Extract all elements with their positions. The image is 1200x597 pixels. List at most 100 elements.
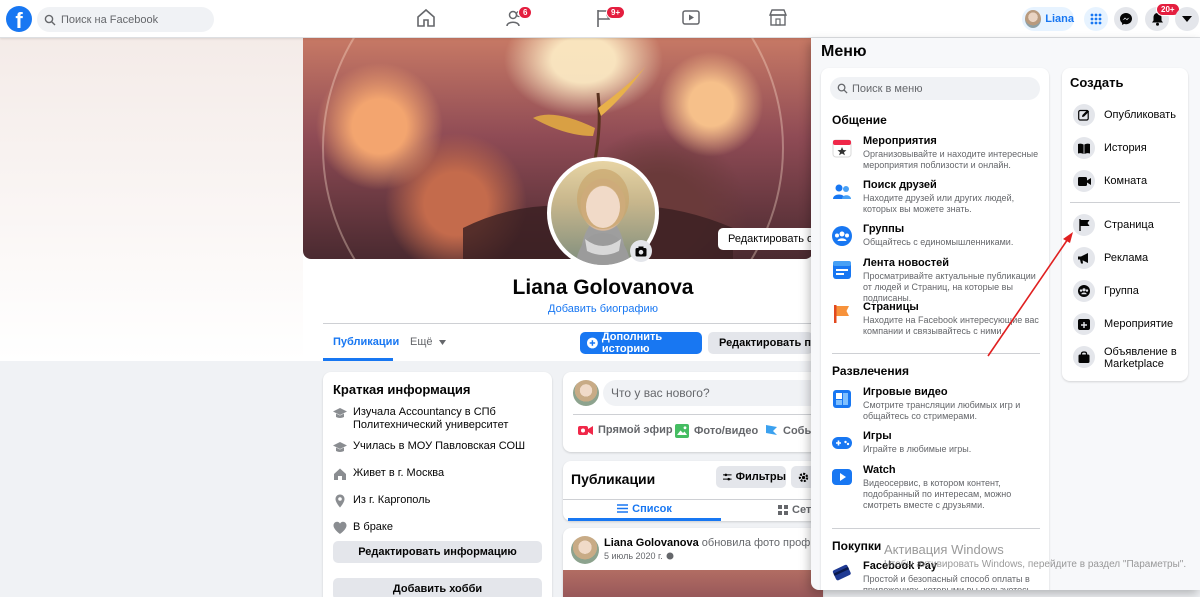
menu-item-desc: Играйте в любимые игры. xyxy=(863,444,972,454)
watch-icon[interactable] xyxy=(681,8,705,30)
create-post[interactable]: Опубликовать xyxy=(1073,104,1176,126)
intro-relationship: В браке xyxy=(353,521,393,533)
tab-more[interactable]: Ещё xyxy=(410,336,446,348)
tab-publications[interactable]: Публикации xyxy=(323,330,399,361)
photo-video-label: Фото/видео xyxy=(694,425,759,437)
user-name: Liana xyxy=(1045,13,1074,25)
post-date-label: 5 июль 2020 г. xyxy=(604,551,663,561)
tab-list-view[interactable]: Список xyxy=(568,499,721,521)
divider xyxy=(832,528,1040,529)
whats-new-input[interactable]: Что у вас нового? xyxy=(603,380,823,406)
menu-item-title: Watch xyxy=(863,464,896,476)
home-icon xyxy=(334,468,346,480)
gamepad-icon xyxy=(832,437,852,449)
intro-row: Из г. Каргополь xyxy=(333,494,543,508)
friends-badge: 6 xyxy=(518,6,533,19)
intro-row: В браке xyxy=(333,521,543,535)
divider xyxy=(323,323,813,324)
create-page-label: Страница xyxy=(1104,219,1154,231)
news-feed-icon xyxy=(833,261,851,279)
filters-button[interactable]: Фильтры xyxy=(716,466,786,488)
pages-badge: 9+ xyxy=(606,6,626,19)
facebook-logo[interactable]: f xyxy=(6,6,32,32)
create-event-label: Мероприятие xyxy=(1104,318,1174,330)
caret-down-icon[interactable] xyxy=(1175,7,1199,31)
photo-video-button[interactable]: Фото/видео xyxy=(675,424,758,438)
intro-education-1: Изучала Accountancy в СПб Политехнически… xyxy=(353,406,509,431)
posts-header-card: Публикации Фильтры Список Сетк xyxy=(563,461,823,521)
groups-icon xyxy=(832,226,852,246)
profile-shortcut[interactable]: Liana xyxy=(1022,7,1074,31)
edit-cover-label: Редактировать о xyxy=(728,233,814,245)
section-shopping: Покупки xyxy=(832,539,882,553)
post-card: Liana Golovanova обновила фото профиля. … xyxy=(563,528,832,597)
menu-item-title: Игровые видео xyxy=(863,386,948,398)
edit-profile-button[interactable]: Редактировать про xyxy=(708,332,813,354)
intro-title: Краткая информация xyxy=(333,382,471,397)
menu-item-desc: Находите друзей или других людей, которы… xyxy=(863,193,1015,214)
add-story-button[interactable]: Дополнить историю xyxy=(580,331,702,355)
create-ad[interactable]: Реклама xyxy=(1073,247,1148,269)
create-column: Создать Опубликовать История Комната Стр… xyxy=(1062,68,1188,381)
heart-icon xyxy=(333,521,347,534)
post-author[interactable]: Liana Golovanova xyxy=(604,537,699,549)
intro-card: Краткая информация Изучала Accountancy в… xyxy=(323,372,552,597)
post-date[interactable]: 5 июль 2020 г. xyxy=(604,551,674,561)
calendar-icon xyxy=(832,139,852,158)
create-group[interactable]: Группа xyxy=(1073,280,1139,302)
create-event[interactable]: Мероприятие xyxy=(1073,313,1173,335)
plus-circle-icon xyxy=(587,337,598,349)
messenger-icon[interactable] xyxy=(1114,7,1138,31)
change-photo-button[interactable] xyxy=(630,240,652,262)
intro-education-2: Училась в МОУ Павловская СОШ xyxy=(353,440,526,452)
sliders-icon xyxy=(723,473,732,481)
create-post-label: Опубликовать xyxy=(1104,109,1176,121)
add-hobby-button[interactable]: Добавить хобби xyxy=(333,578,542,597)
section-entertainment: Развлечения xyxy=(832,364,909,378)
avatar xyxy=(573,380,599,406)
menu-item-title: Группы xyxy=(863,223,905,235)
create-room-label: Комната xyxy=(1104,175,1148,187)
annotation-arrow xyxy=(987,232,1073,357)
create-story[interactable]: История xyxy=(1073,137,1147,159)
edit-cover-button[interactable]: Редактировать о xyxy=(718,228,818,250)
home-icon[interactable] xyxy=(416,8,440,30)
avatar xyxy=(1025,10,1042,28)
search-input[interactable]: Поиск на Facebook xyxy=(37,7,214,32)
menu-item-title: Мероприятия xyxy=(863,135,937,147)
divider xyxy=(573,414,823,415)
create-page[interactable]: Страница xyxy=(1073,214,1154,236)
intro-row: Живет в г. Москва xyxy=(333,467,543,481)
create-story-label: История xyxy=(1104,142,1147,154)
location-pin-icon xyxy=(335,494,345,508)
menu-search-input[interactable]: Поиск в меню xyxy=(830,77,1040,100)
create-group-label: Группа xyxy=(1104,285,1139,297)
menu-item-title: Игры xyxy=(863,430,892,442)
photo-icon xyxy=(675,424,689,438)
menu-item-desc: Видеосервис, в котором контент, подобран… xyxy=(863,478,1012,510)
create-ad-label: Реклама xyxy=(1104,252,1149,264)
gear-icon xyxy=(798,472,809,482)
post-image[interactable] xyxy=(563,570,823,597)
avatar[interactable] xyxy=(571,536,599,564)
graduation-cap-icon xyxy=(333,408,347,418)
friends-icon xyxy=(833,184,851,199)
section-social: Общение xyxy=(832,113,887,127)
menu-item-desc: Смотрите трансляции любимых игр и общайт… xyxy=(863,400,1021,421)
live-video-button[interactable]: Прямой эфир xyxy=(578,424,673,436)
intro-row: Училась в МОУ Павловская СОШ xyxy=(333,440,543,454)
edit-info-button[interactable]: Редактировать информацию xyxy=(333,541,542,563)
intro-lives-in: Живет в г. Москва xyxy=(353,467,445,479)
edit-profile-label: Редактировать про xyxy=(719,337,813,349)
menu-search-placeholder: Поиск в меню xyxy=(852,82,923,95)
apps-grid-icon[interactable] xyxy=(1084,7,1108,31)
video-camera-icon xyxy=(1073,170,1095,192)
create-room[interactable]: Комната xyxy=(1073,170,1147,192)
create-marketplace-listing[interactable]: Объявление в Marketplace xyxy=(1073,346,1183,370)
menu-title: Меню xyxy=(821,43,867,60)
menu-item-desc: Простой и безопасный способ оплаты в при… xyxy=(863,574,1034,590)
watch-icon xyxy=(832,469,852,485)
menu-item-desc: Организовывайте и находите интересные ме… xyxy=(863,149,1039,170)
top-navigation-bar: f Поиск на Facebook 6 9+ Liana 20+ xyxy=(0,0,1200,38)
marketplace-icon[interactable] xyxy=(768,8,792,30)
